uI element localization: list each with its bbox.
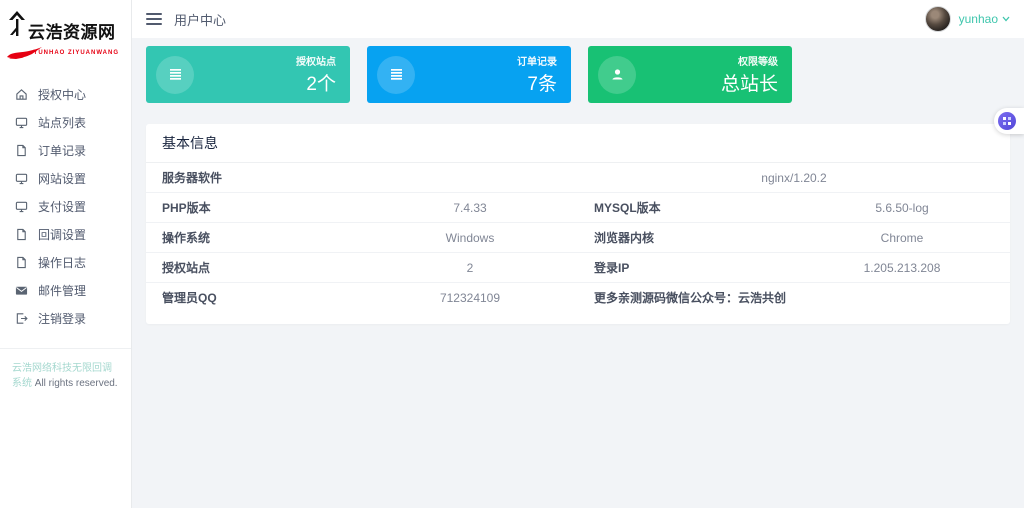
row-value: 5.6.50-log [794,192,1010,223]
stat-label: 授权站点 [296,57,336,68]
stat-cards: 授权站点 2个 订单记录 7条 权限等级 总站长 [146,46,1010,103]
row-label: MYSQL版本 [578,192,794,223]
row-label: PHP版本 [146,192,362,223]
stat-label: 权限等级 [738,57,778,68]
row-value: 7.4.33 [362,192,578,223]
stat-label: 订单记录 [517,57,557,68]
stat-card-order-records[interactable]: 订单记录 7条 [367,46,571,103]
row-label: 管理员QQ [146,282,362,312]
sidebar-item-label: 订单记录 [38,143,87,158]
sidebar-item-order-records[interactable]: 订单记录 [0,136,131,164]
stat-card-auth-sites[interactable]: 授权站点 2个 [146,46,350,103]
row-label: 授权站点 [146,252,362,283]
table-row: 授权站点 2 登录IP 1.205.213.208 [146,252,1010,283]
sidebar-item-label: 操作日志 [38,255,87,270]
sidebar-footer: 云浩网络科技无限回调系统 All rights reserved. [0,348,131,391]
home-icon [14,87,28,101]
logout-icon [14,311,28,325]
row-value: nginx/1.20.2 [761,170,827,185]
user-icon [598,55,636,94]
monitor-icon [14,199,28,213]
sidebar-item-label: 注销登录 [38,311,87,326]
sidebar-item-operation-logs[interactable]: 操作日志 [0,248,131,276]
stat-value: 2个 [306,74,336,95]
logo: 云浩资源网 YUNHAO ZIYUANWANG [0,0,131,72]
footer-rights: All rights reserved. [34,378,118,389]
sidebar-item-auth-center[interactable]: 授权中心 [0,80,131,108]
row-value: Windows [362,222,578,253]
table-row: 管理员QQ 712324109 更多亲测源码微信公众号：云浩共创 [146,282,1010,312]
page-title: 用户中心 [174,12,227,28]
basic-info-table: 服务器软件 nginx/1.20.2 PHP版本 7.4.33 MYSQL版本 … [146,163,1010,312]
hamburger-icon[interactable] [146,13,162,25]
basic-info-panel: 基本信息 服务器软件 nginx/1.20.2 PHP版本 7.4.33 MYS… [146,124,1010,324]
avatar[interactable] [924,6,951,32]
list-icon [156,55,194,94]
sidebar-item-logout[interactable]: 注销登录 [0,304,131,332]
stat-card-permission-level[interactable]: 权限等级 总站长 [588,46,792,103]
page: 云浩资源网 YUNHAO ZIYUANWANG 授权中心 站点列表 订单记录 网… [0,0,1024,508]
sidebar-item-label: 邮件管理 [38,283,87,298]
row-label: 服务器软件 [162,171,223,185]
row-value: 712324109 [362,282,578,312]
sidebar-item-label: 站点列表 [38,115,87,130]
row-label: 操作系统 [146,222,362,253]
monitor-icon [14,171,28,185]
main-area: 用户中心 yunhao 授权站点 2个 订单记录 7条 权限等级 总站长 基本信… [132,0,1024,508]
sidebar-item-payment-settings[interactable]: 支付设置 [0,192,131,220]
file-icon [14,143,28,157]
logo-title: 云浩资源网 [28,23,116,43]
stat-value: 总站长 [720,74,778,95]
promo-text: 更多亲测源码微信公众号：云浩共创 [578,282,1010,312]
sidebar-item-label: 支付设置 [38,199,87,214]
sidebar-item-website-settings[interactable]: 网站设置 [0,164,131,192]
row-label: 浏览器内核 [578,222,794,253]
list-icon [377,55,415,94]
row-label: 登录IP [578,252,794,283]
row-value: 1.205.213.208 [794,252,1010,283]
sidebar-item-mail-management[interactable]: 邮件管理 [0,276,131,304]
assistant-plugin-icon [998,112,1016,130]
user-menu[interactable]: yunhao [924,6,1010,32]
sidebar-item-callback-settings[interactable]: 回调设置 [0,220,131,248]
table-row: PHP版本 7.4.33 MYSQL版本 5.6.50-log [146,192,1010,223]
sidebar: 云浩资源网 YUNHAO ZIYUANWANG 授权中心 站点列表 订单记录 网… [0,0,132,508]
floating-widget[interactable] [994,108,1024,134]
file-icon [14,255,28,269]
chevron-down-icon [1002,16,1010,22]
mail-icon [14,283,28,297]
username: yunhao [958,12,998,26]
file-icon [14,227,28,241]
logo-mark-icon [8,10,26,49]
sidebar-menu: 授权中心 站点列表 订单记录 网站设置 支付设置 回调设置 操作日志 邮件管理 … [0,72,131,332]
stat-value: 7条 [527,74,557,95]
sidebar-item-label: 授权中心 [38,87,87,102]
monitor-icon [14,115,28,129]
logo-swoosh-icon [6,46,44,64]
topbar: 用户中心 yunhao [132,0,1024,38]
empty-cell [362,163,578,193]
sidebar-item-site-list[interactable]: 站点列表 [0,108,131,136]
row-value: Chrome [794,222,1010,253]
sidebar-item-label: 回调设置 [38,227,87,242]
row-value: 2 [362,252,578,283]
table-row: 操作系统 Windows 浏览器内核 Chrome [146,222,1010,253]
panel-title: 基本信息 [146,124,1010,163]
content: 授权站点 2个 订单记录 7条 权限等级 总站长 基本信息 服务器软件 ngin… [132,38,1024,508]
table-row: 服务器软件 nginx/1.20.2 [146,163,1010,193]
sidebar-item-label: 网站设置 [38,171,87,186]
